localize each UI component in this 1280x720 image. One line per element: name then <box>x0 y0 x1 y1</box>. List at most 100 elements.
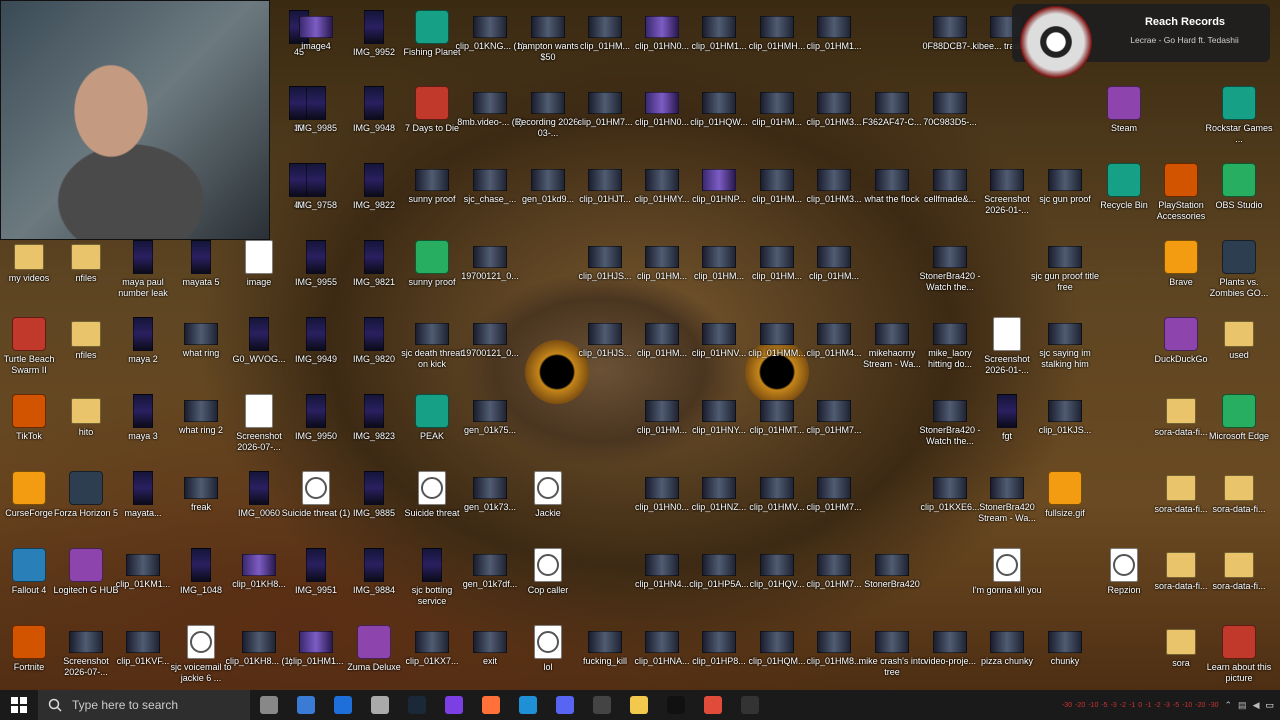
desktop-icon[interactable]: clip_01HMT... <box>748 394 806 469</box>
desktop-icon[interactable]: IMG_0060 <box>230 471 288 546</box>
taskbar-tiktok-button[interactable] <box>657 690 694 720</box>
desktop-icon[interactable]: IMG_9822 <box>345 163 403 238</box>
desktop-icon[interactable]: IMG_9952 <box>345 10 403 85</box>
desktop-icon[interactable]: IMG_9985 <box>287 86 345 161</box>
desktop-icon[interactable]: sora-data-fi... <box>1152 394 1210 469</box>
desktop-icon[interactable]: G0_WVOG... <box>230 317 288 392</box>
desktop-icon[interactable]: Rockstar Games ... <box>1205 86 1273 161</box>
desktop-icon[interactable]: hito <box>57 394 115 469</box>
desktop-icon[interactable]: what ring 2 <box>172 394 230 469</box>
desktop-icon[interactable]: StonerBra420 <box>863 548 921 623</box>
desktop-icon[interactable]: mike_laory hitting do... <box>921 317 979 392</box>
desktop-icon[interactable]: fullsize.gif <box>1036 471 1094 546</box>
desktop-icon[interactable]: gen_01kd9... <box>519 163 577 238</box>
desktop-icon[interactable]: clip_01HM... <box>805 240 863 315</box>
desktop-icon[interactable]: clip_01HM7... <box>805 394 863 469</box>
desktop-icon[interactable]: Recording 2026-03-... <box>515 86 581 161</box>
desktop-icon[interactable]: sjc_chase_... <box>461 163 519 238</box>
desktop-icon[interactable]: 19700121_0... <box>461 317 519 392</box>
desktop-icon[interactable]: sjc gun proof <box>1036 163 1094 238</box>
desktop-icon[interactable]: IMG_9955 <box>287 240 345 315</box>
desktop-icon[interactable]: clip_01HM1... <box>287 625 345 700</box>
desktop-icon[interactable]: Turtle Beach Swarm II <box>0 317 58 392</box>
desktop-icon[interactable]: sunny proof <box>403 240 461 315</box>
desktop-icon[interactable]: my videos <box>0 240 58 315</box>
desktop-icon[interactable]: IMG_1048 <box>172 548 230 623</box>
desktop-icon[interactable]: Forza Horizon 5 <box>54 471 118 546</box>
desktop-icon[interactable]: clip_01HM4... <box>805 317 863 392</box>
desktop-icon[interactable]: cellfmade&... <box>921 163 979 238</box>
desktop-icon[interactable]: mikehaorny Stream - Wa... <box>863 317 921 392</box>
desktop-icon[interactable]: Cop caller <box>519 548 577 623</box>
desktop-icon[interactable]: clip_01HJS... <box>576 240 634 315</box>
taskbar-edge-button[interactable] <box>509 690 546 720</box>
desktop-icon[interactable]: nfiles <box>57 240 115 315</box>
desktop-icon[interactable]: 19700121_0... <box>461 240 519 315</box>
desktop-icon[interactable]: 7 Days to Die <box>403 86 461 161</box>
desktop-icon[interactable]: maya paul number leak <box>114 240 172 315</box>
desktop-icon[interactable]: clip_01KXE6... <box>920 471 980 546</box>
desktop-icon[interactable]: video-proje... <box>921 625 979 700</box>
desktop-icon[interactable]: clip_01HM3... <box>805 86 863 161</box>
desktop-icon[interactable]: clip_01KJS... <box>1036 394 1094 469</box>
desktop-icon[interactable]: mike crash's into tree <box>859 625 925 700</box>
taskbar-obs-studio-button[interactable] <box>731 690 768 720</box>
desktop-icon[interactable]: clip_01HP8... <box>690 625 748 700</box>
desktop-icon[interactable]: clip_01KM1... <box>114 548 172 623</box>
taskbar-visual-studio-button[interactable] <box>435 690 472 720</box>
desktop-icon[interactable]: F362AF47-C... <box>862 86 922 161</box>
desktop-icon[interactable]: clip_01HMH... <box>748 10 806 85</box>
desktop-icon[interactable]: lol <box>519 625 577 700</box>
desktop-icon[interactable]: Steam <box>1095 86 1153 161</box>
desktop-icon[interactable]: clip_01HNV... <box>690 317 748 392</box>
desktop-icon[interactable]: clip_01HM7... <box>805 548 863 623</box>
desktop-icon[interactable]: StonerBra420 Stream - Wa... <box>978 471 1036 546</box>
desktop-icon[interactable]: IMG_9950 <box>287 394 345 469</box>
desktop-icon[interactable]: clip_01HM... <box>633 317 691 392</box>
desktop-icon[interactable]: clip_01KX7... <box>403 625 461 700</box>
desktop-icon[interactable]: Recycle Bin <box>1095 163 1153 238</box>
desktop-icon[interactable]: clip_01HM... <box>748 240 806 315</box>
notification-icon[interactable]: ▭ <box>1265 700 1274 711</box>
desktop-icon[interactable]: Brave <box>1152 240 1210 315</box>
taskbar-file-explorer-button[interactable] <box>620 690 657 720</box>
taskbar-chrome-button[interactable] <box>694 690 731 720</box>
desktop-icon[interactable]: what the flock <box>863 163 921 238</box>
desktop-icon[interactable]: IMG_9821 <box>345 240 403 315</box>
desktop-icon[interactable]: clip_01KVF... <box>114 625 172 700</box>
now-playing-notification[interactable]: Reach Records Lecrae - Go Hard ft. Tedas… <box>1012 4 1270 78</box>
desktop-icon[interactable]: Fortnite <box>0 625 58 700</box>
taskbar-search[interactable]: Type here to search <box>38 690 250 720</box>
desktop-icon[interactable]: Screenshot 2026-01-... <box>978 163 1036 238</box>
desktop-icon[interactable]: IMG_9951 <box>287 548 345 623</box>
desktop-icon[interactable]: clip_01HM1... <box>805 10 863 85</box>
desktop-icon[interactable]: clip_01HNZ... <box>690 471 748 546</box>
desktop-icon[interactable]: image <box>230 240 288 315</box>
taskbar-settings-button[interactable] <box>361 690 398 720</box>
desktop-icon[interactable]: clip_01HQV... <box>748 548 806 623</box>
desktop-icon[interactable]: clip_01HJS... <box>576 317 634 392</box>
desktop-icon[interactable]: sjc gun proof title free <box>1031 240 1099 315</box>
desktop-icon[interactable]: clip_01HQW... <box>690 86 748 161</box>
desktop-icon[interactable]: I'm gonna kill you <box>972 548 1042 623</box>
desktop-icon[interactable]: 0F88DCB7-... <box>921 10 979 85</box>
desktop-icon[interactable]: IMG_9884 <box>345 548 403 623</box>
desktop-icon[interactable]: clip_01HP5A... <box>689 548 749 623</box>
desktop-icon[interactable]: Screenshot 2026-07-... <box>57 625 115 700</box>
desktop-icon[interactable]: Repzion <box>1095 548 1153 623</box>
taskbar-discord-button[interactable] <box>546 690 583 720</box>
desktop-icon[interactable]: chunky <box>1036 625 1094 700</box>
desktop-icon[interactable]: 70C983D5-... <box>921 86 979 161</box>
desktop-icon[interactable]: clip_01HN4... <box>633 548 691 623</box>
desktop-icon[interactable]: clip_01HN0... <box>633 10 691 85</box>
desktop-icon[interactable]: Plants vs. Zombies GO... <box>1210 240 1268 315</box>
desktop-icon[interactable]: CurseForge <box>0 471 58 546</box>
desktop-icon[interactable]: clip_01HM... <box>748 86 806 161</box>
desktop-icon[interactable]: IMG_9948 <box>345 86 403 161</box>
desktop-icon[interactable]: clip_01HM7... <box>805 471 863 546</box>
taskbar-firefox-button[interactable] <box>472 690 509 720</box>
desktop-icon[interactable]: OBS Studio <box>1210 163 1268 238</box>
desktop-icon[interactable]: clip_01HN0... <box>633 86 691 161</box>
desktop-icon[interactable]: IMG_9949 <box>287 317 345 392</box>
desktop-icon[interactable]: freak <box>172 471 230 546</box>
